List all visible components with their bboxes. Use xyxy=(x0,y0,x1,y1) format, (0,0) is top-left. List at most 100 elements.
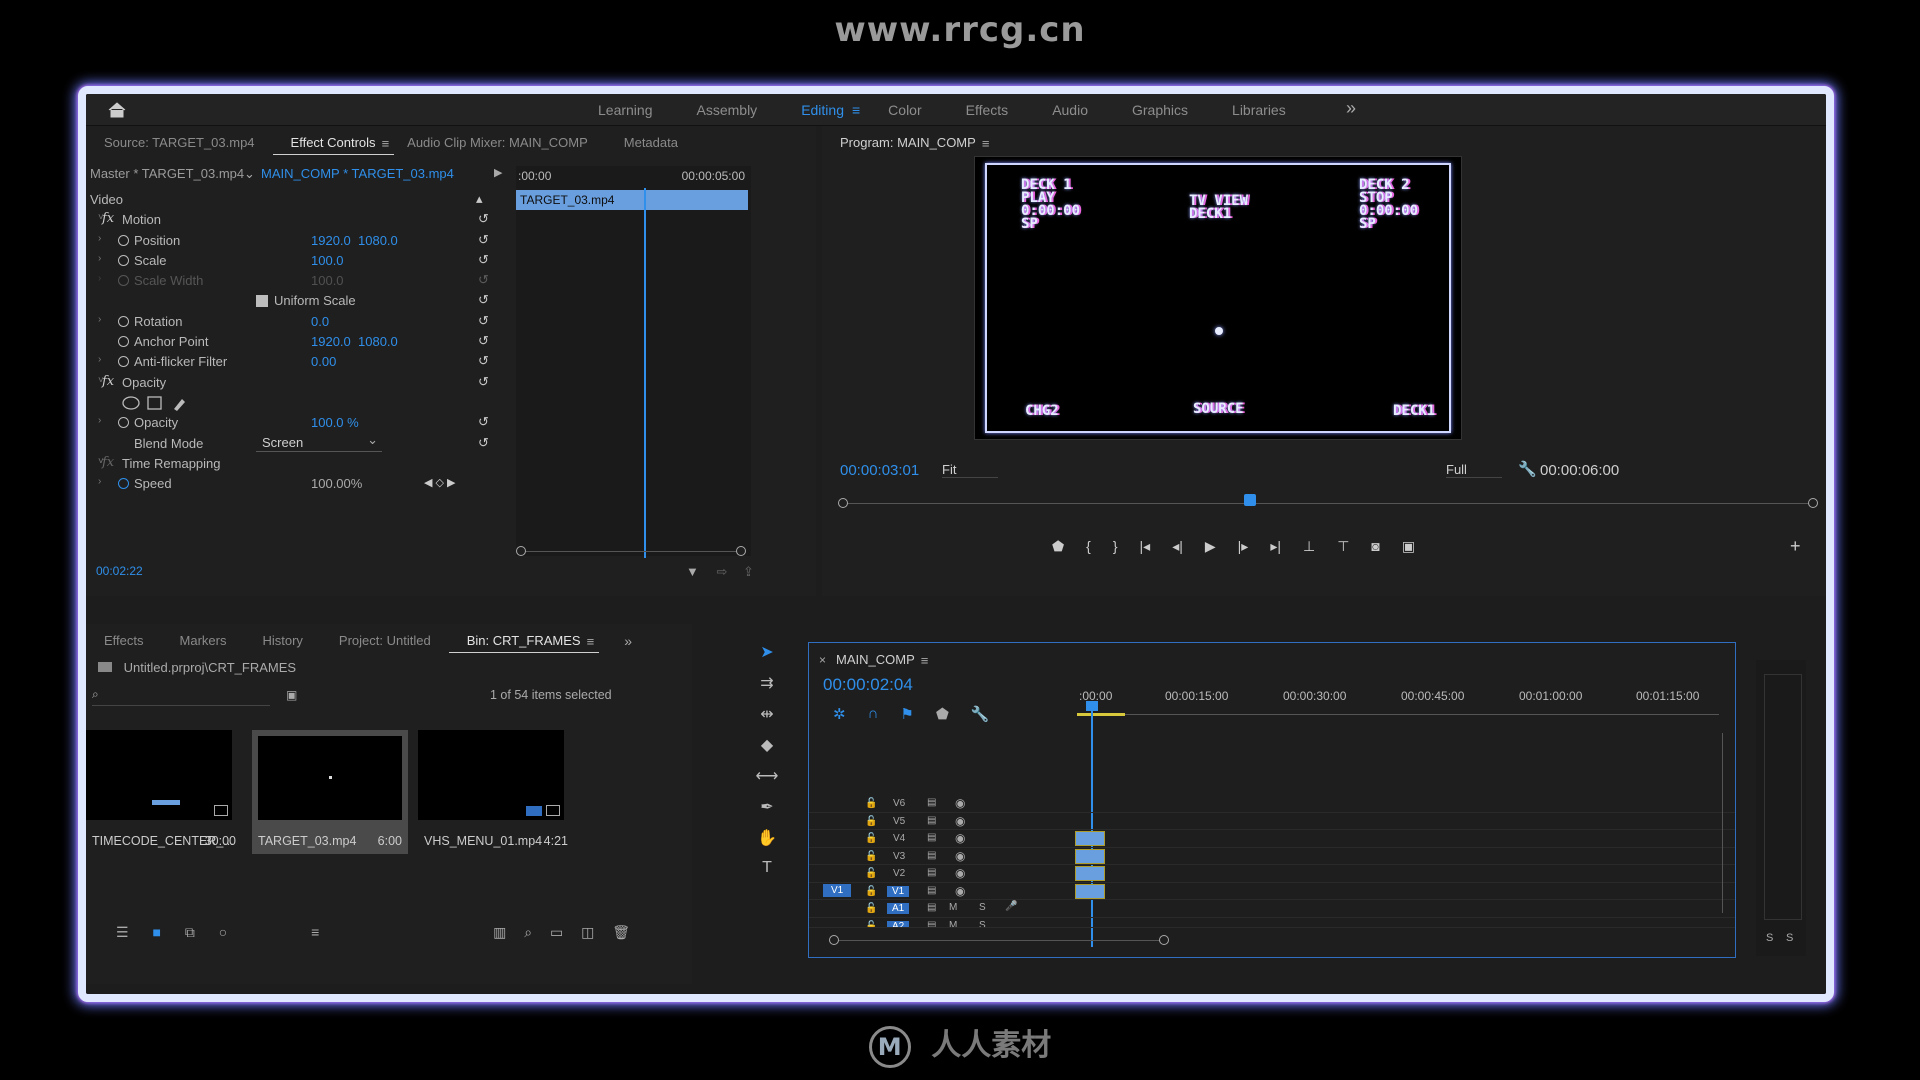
workspace-tab-effects[interactable]: Effects xyxy=(944,94,1031,126)
stopwatch-icon[interactable] xyxy=(118,315,129,327)
new-search-bin-icon[interactable]: ▣ xyxy=(286,688,297,702)
panel-menu-icon[interactable]: ≡ xyxy=(382,136,390,151)
timeline-horizontal-scrollbar[interactable] xyxy=(829,935,1169,947)
blend-mode-select[interactable]: Screen xyxy=(256,432,382,452)
mask-shape-icons[interactable] xyxy=(122,394,192,412)
bin-item-timecode-center[interactable]: TIMECODE_CENTER_... 30:00 xyxy=(86,730,242,854)
workspace-menu-icon[interactable]: ≡ xyxy=(852,94,860,126)
trash-icon[interactable]: 🗑 xyxy=(612,924,630,940)
track-name[interactable]: A1 xyxy=(887,903,910,914)
eye-icon[interactable]: ◉ xyxy=(955,796,965,810)
reset-icon[interactable]: ↺ xyxy=(478,333,489,349)
workspace-tab-audio[interactable]: Audio xyxy=(1030,94,1110,126)
solo-button[interactable]: S xyxy=(979,920,986,927)
snap-icon[interactable]: ∩ xyxy=(868,705,879,723)
sync-lock-icon[interactable]: ▤ xyxy=(927,850,936,861)
sync-lock-icon[interactable]: ▤ xyxy=(927,815,936,826)
reset-icon[interactable]: ↺ xyxy=(478,292,489,308)
expand-icon[interactable]: › xyxy=(98,354,101,365)
wrench-icon[interactable]: 🔧 xyxy=(971,705,990,723)
sync-lock-icon[interactable]: ▤ xyxy=(927,867,936,878)
position-y-value[interactable]: 1080.0 xyxy=(358,233,398,248)
ripple-edit-tool-icon[interactable]: ⇹ xyxy=(760,704,773,724)
automate-to-sequence-icon[interactable]: ▥ xyxy=(493,924,506,940)
timeline-timecode[interactable]: 00:00:02:04 xyxy=(823,675,913,695)
panel-menu-icon[interactable]: ≡ xyxy=(982,136,990,151)
razor-tool-icon[interactable]: ◆ xyxy=(761,735,773,755)
scroll-handle-left[interactable] xyxy=(516,546,526,556)
stopwatch-icon[interactable] xyxy=(118,417,129,429)
list-view-icon[interactable]: ☰ xyxy=(116,924,129,940)
tab-effects[interactable]: Effects xyxy=(86,624,162,658)
tab-source[interactable]: Source: TARGET_03.mp4 xyxy=(86,126,273,160)
track-name[interactable]: V1 xyxy=(887,885,910,897)
opacity-value[interactable]: 100.0 % xyxy=(311,415,359,430)
chevron-down-icon[interactable]: ⌄ xyxy=(244,166,255,182)
lock-icon[interactable]: 🔓 xyxy=(865,816,877,827)
solo-right-button[interactable]: S xyxy=(1786,932,1793,944)
stopwatch-icon[interactable] xyxy=(118,254,129,266)
eye-icon[interactable]: ◉ xyxy=(955,866,965,880)
go-to-out-icon[interactable]: ▸| xyxy=(1270,538,1281,555)
sync-lock-icon[interactable]: ▤ xyxy=(927,902,936,913)
play-only-audio-icon[interactable]: ⇨ xyxy=(717,564,728,579)
button-editor-plus-icon[interactable]: + xyxy=(1790,536,1801,557)
expand-icon[interactable]: › xyxy=(98,476,101,487)
effect-controls-clip[interactable]: TARGET_03.mp4 xyxy=(516,190,748,210)
microphone-icon[interactable]: 🎤 xyxy=(1005,901,1017,912)
find-icon[interactable]: ⌕ xyxy=(524,924,532,940)
uniform-scale-checkbox[interactable] xyxy=(256,295,268,308)
antiflicker-value[interactable]: 0.00 xyxy=(311,354,336,369)
extract-icon[interactable]: ⊤ xyxy=(1337,538,1349,555)
effect-controls-timeline[interactable]: :00:00 00:00:05:00 TARGET_03.mp4 xyxy=(516,166,751,558)
master-clip-label[interactable]: Master * TARGET_03.mp4 xyxy=(90,166,244,181)
sequence-clip-label[interactable]: MAIN_COMP * TARGET_03.mp4 xyxy=(261,166,454,181)
step-forward-icon[interactable]: |▸ xyxy=(1238,538,1249,555)
eye-icon[interactable]: ◉ xyxy=(955,831,965,845)
reset-icon[interactable]: ↺ xyxy=(478,313,489,329)
program-timecode[interactable]: 00:00:03:01 xyxy=(840,462,919,479)
fx-icon[interactable]: fx xyxy=(102,211,114,226)
wrench-icon[interactable]: 🔧 xyxy=(1518,460,1537,478)
anchor-x-value[interactable]: 1920.0 xyxy=(311,334,351,349)
tab-effect-controls[interactable]: Effect Controls xyxy=(272,132,394,155)
mark-in-icon[interactable]: { xyxy=(1086,538,1091,555)
stopwatch-icon[interactable] xyxy=(118,356,129,368)
timeline-clip[interactable] xyxy=(1075,866,1105,881)
go-to-in-icon[interactable]: |◂ xyxy=(1140,538,1151,555)
project-search-input[interactable]: ⌕ xyxy=(92,686,270,706)
scale-value[interactable]: 100.0 xyxy=(311,253,344,268)
panel-menu-icon[interactable]: ≡ xyxy=(921,653,929,668)
reset-icon[interactable]: ↺ xyxy=(478,211,489,227)
mute-button[interactable]: M xyxy=(949,920,957,927)
opacity-effect[interactable]: ˅ fx Opacity ↺ xyxy=(86,373,506,393)
reset-icon[interactable]: ↺ xyxy=(478,252,489,268)
play-triangle-icon[interactable]: ▶ xyxy=(494,166,502,179)
reset-icon[interactable]: ↺ xyxy=(478,353,489,369)
selection-tool-icon[interactable]: ➤ xyxy=(760,642,773,662)
scroll-handle-left[interactable] xyxy=(829,935,839,945)
scrubber-playhead[interactable] xyxy=(1244,494,1256,506)
solo-left-button[interactable]: S xyxy=(1766,932,1773,944)
sync-lock-icon[interactable]: ▤ xyxy=(927,797,936,808)
zoom-slider-icon[interactable]: ○ xyxy=(219,924,227,940)
lock-icon[interactable]: 🔓 xyxy=(865,886,877,897)
lock-icon[interactable]: 🔓 xyxy=(865,903,877,914)
reset-icon[interactable]: ↺ xyxy=(478,374,489,390)
type-tool-icon[interactable]: T xyxy=(762,859,772,877)
anchor-y-value[interactable]: 1080.0 xyxy=(358,334,398,349)
collapse-up-icon[interactable]: ▴ xyxy=(476,191,483,207)
sync-lock-icon[interactable]: ▤ xyxy=(927,885,936,896)
add-marker-icon[interactable]: ⬟ xyxy=(1052,538,1064,555)
new-bin-icon[interactable]: ▭ xyxy=(550,924,563,940)
eye-icon[interactable]: ◉ xyxy=(955,884,965,898)
resolution-select[interactable]: Full xyxy=(1446,462,1502,478)
track-select-tool-icon[interactable]: ⇉ xyxy=(760,673,773,693)
rotation-value[interactable]: 0.0 xyxy=(311,314,329,329)
workspace-tab-graphics[interactable]: Graphics xyxy=(1110,94,1210,126)
expand-icon[interactable]: › xyxy=(98,314,101,325)
add-marker-icon[interactable]: ⬟ xyxy=(936,705,949,723)
program-monitor-title[interactable]: Program: MAIN_COMP xyxy=(822,126,994,160)
lock-icon[interactable]: 🔓 xyxy=(865,851,877,862)
pen-tool-icon[interactable]: ✒ xyxy=(760,797,773,817)
